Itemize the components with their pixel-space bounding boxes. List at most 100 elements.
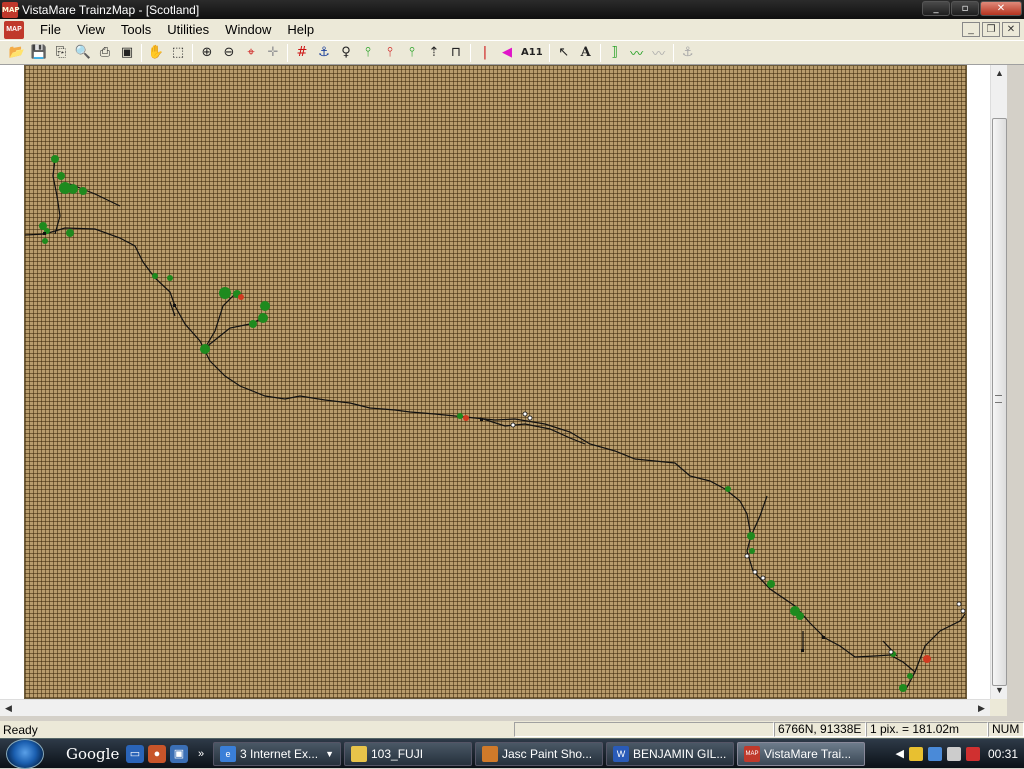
station-marker (152, 273, 158, 279)
status-text: Ready (0, 723, 514, 737)
highlight-marker (463, 415, 469, 421)
monitor-icon[interactable]: ▣ (170, 745, 188, 763)
track-branch-north (53, 159, 60, 234)
task-folder[interactable]: 103_FUJI (344, 742, 472, 766)
anchor-icon[interactable]: ⚓ (313, 43, 335, 63)
zoom-out-icon[interactable]: ⊖ (218, 43, 240, 63)
mdi-close-button[interactable]: ✕ (1002, 22, 1020, 37)
green-track-icon[interactable]: ⫯ (357, 43, 379, 63)
task-word-document[interactable]: W BENJAMIN GIL... (606, 742, 734, 766)
show-desktop-icon[interactable]: ▭ (126, 745, 144, 763)
pointer-icon[interactable]: ↖ (553, 43, 575, 63)
tray-speaker-icon[interactable] (947, 747, 961, 761)
station-marker (42, 238, 48, 244)
app-icon[interactable]: MAP (2, 2, 18, 18)
junction-marker (43, 232, 46, 235)
toolbar: 📂 💾 ⎘ 🔍 ⎙ ▣ ✋ ⬚ ⊕ ⊖ ⌖ ✛ # ⚓ ♀ ⫯ ⫯ ⫯ ⇡ ⊓ … (0, 41, 1024, 65)
print-icon[interactable]: ⎙ (94, 43, 116, 63)
open-icon[interactable]: 📂 (6, 43, 28, 63)
red-bar-icon[interactable]: | (474, 43, 496, 63)
junction-marker (822, 636, 825, 639)
window-title: VistaMare TrainzMap - [Scotland] (22, 3, 199, 17)
layers-icon[interactable]: ▣ (116, 43, 138, 63)
scroll-left-icon[interactable]: ◀ (0, 700, 17, 717)
task-label: BENJAMIN GIL... (633, 747, 726, 761)
scroll-down-icon[interactable]: ▼ (991, 682, 1008, 699)
bridge-icon[interactable]: ⊓ (445, 43, 467, 63)
menu-bar: MAP File View Tools Utilities Window Hel… (0, 19, 1024, 41)
signal-marker (511, 423, 515, 427)
task-paint-shop[interactable]: Jasc Paint Sho... (475, 742, 603, 766)
label-icon[interactable]: A11 (518, 47, 546, 58)
export-icon[interactable]: ⎘ (50, 43, 72, 63)
menu-utilities[interactable]: Utilities (159, 22, 217, 37)
vertical-scrollbar[interactable]: ▲ ▼ (990, 65, 1007, 699)
track-lines (25, 159, 965, 691)
mdi-restore-button[interactable]: ❐ (982, 22, 1000, 37)
tray-security-icon[interactable] (966, 747, 980, 761)
crosshair-icon[interactable]: ✛ (262, 43, 284, 63)
bracket-icon[interactable]: ⟧ (604, 43, 626, 63)
menu-window[interactable]: Window (217, 22, 279, 37)
task-trainzmap[interactable]: MAP VistaMare Trai... (737, 742, 865, 766)
station-marker (749, 548, 755, 554)
station-marker (907, 673, 913, 679)
title-bar[interactable]: MAP VistaMare TrainzMap - [Scotland] _ ▫… (0, 0, 1024, 19)
pan-hand-icon[interactable]: ✋ (145, 43, 167, 63)
speaker-icon[interactable]: ◀ (496, 43, 518, 63)
grid-icon[interactable]: # (291, 43, 313, 63)
quicklaunch-more-icon[interactable]: » (192, 745, 210, 763)
station-marker (68, 184, 78, 194)
folder-icon (351, 746, 367, 762)
tray-alert-icon[interactable] (909, 747, 923, 761)
maximize-button[interactable]: ▫ (951, 1, 979, 16)
tray-expand-icon[interactable]: ◀ (896, 747, 904, 760)
mdi-minimize-button[interactable]: _ (962, 22, 980, 37)
main-track (25, 228, 915, 691)
station-marker (57, 172, 65, 180)
start-button[interactable] (6, 739, 44, 769)
horizontal-scrollbar[interactable]: ◀ ▶ (0, 699, 990, 716)
chevron-down-icon[interactable]: ▼ (325, 749, 334, 759)
toolbar-separator (141, 44, 142, 62)
toolbar-separator (673, 44, 674, 62)
map-view[interactable] (0, 65, 1007, 706)
station-marker (219, 287, 231, 299)
junction-icon[interactable]: ⇡ (423, 43, 445, 63)
signal-marker (761, 576, 765, 580)
scroll-right-icon[interactable]: ▶ (973, 700, 990, 717)
task-internet-explorer[interactable]: e 3 Internet Ex... ▼ (213, 742, 341, 766)
minimize-button[interactable]: _ (922, 1, 950, 16)
clock[interactable]: 00:31 (988, 747, 1018, 761)
select-rect-icon[interactable]: ⬚ (167, 43, 189, 63)
tray-network-icon[interactable] (928, 747, 942, 761)
signal-marker (528, 416, 532, 420)
green-line-icon[interactable]: 〰 (626, 43, 648, 63)
close-button[interactable]: ✕ (980, 1, 1022, 16)
grey-line-icon[interactable]: 〰 (648, 43, 670, 63)
google-search[interactable]: Google (66, 743, 122, 765)
track-branch-east-spur (751, 496, 767, 536)
grey-anchor-icon[interactable]: ⚓ (677, 43, 699, 63)
print-preview-icon[interactable]: 🔍 (72, 43, 94, 63)
menu-view[interactable]: View (69, 22, 113, 37)
station-marker (200, 344, 210, 354)
firefox-icon[interactable]: ● (148, 745, 166, 763)
menu-file[interactable]: File (32, 22, 69, 37)
marker-icon[interactable]: ♀ (335, 43, 357, 63)
save-icon[interactable]: 💾 (28, 43, 50, 63)
station-marker (767, 580, 775, 588)
map-canvas[interactable] (24, 65, 967, 699)
text-icon[interactable]: A (575, 43, 597, 63)
center-icon[interactable]: ⌖ (240, 43, 262, 63)
red-track-icon[interactable]: ⫯ (379, 43, 401, 63)
menu-help[interactable]: Help (279, 22, 322, 37)
document-icon[interactable]: MAP (4, 21, 24, 39)
zoom-in-icon[interactable]: ⊕ (196, 43, 218, 63)
menu-tools[interactable]: Tools (113, 22, 159, 37)
green-track-alt-icon[interactable]: ⫯ (401, 43, 423, 63)
status-coordinates: 6766N, 91338E (774, 722, 866, 737)
highlight-marker (923, 655, 931, 663)
scroll-up-icon[interactable]: ▲ (991, 65, 1008, 82)
signal-marker (745, 554, 749, 558)
